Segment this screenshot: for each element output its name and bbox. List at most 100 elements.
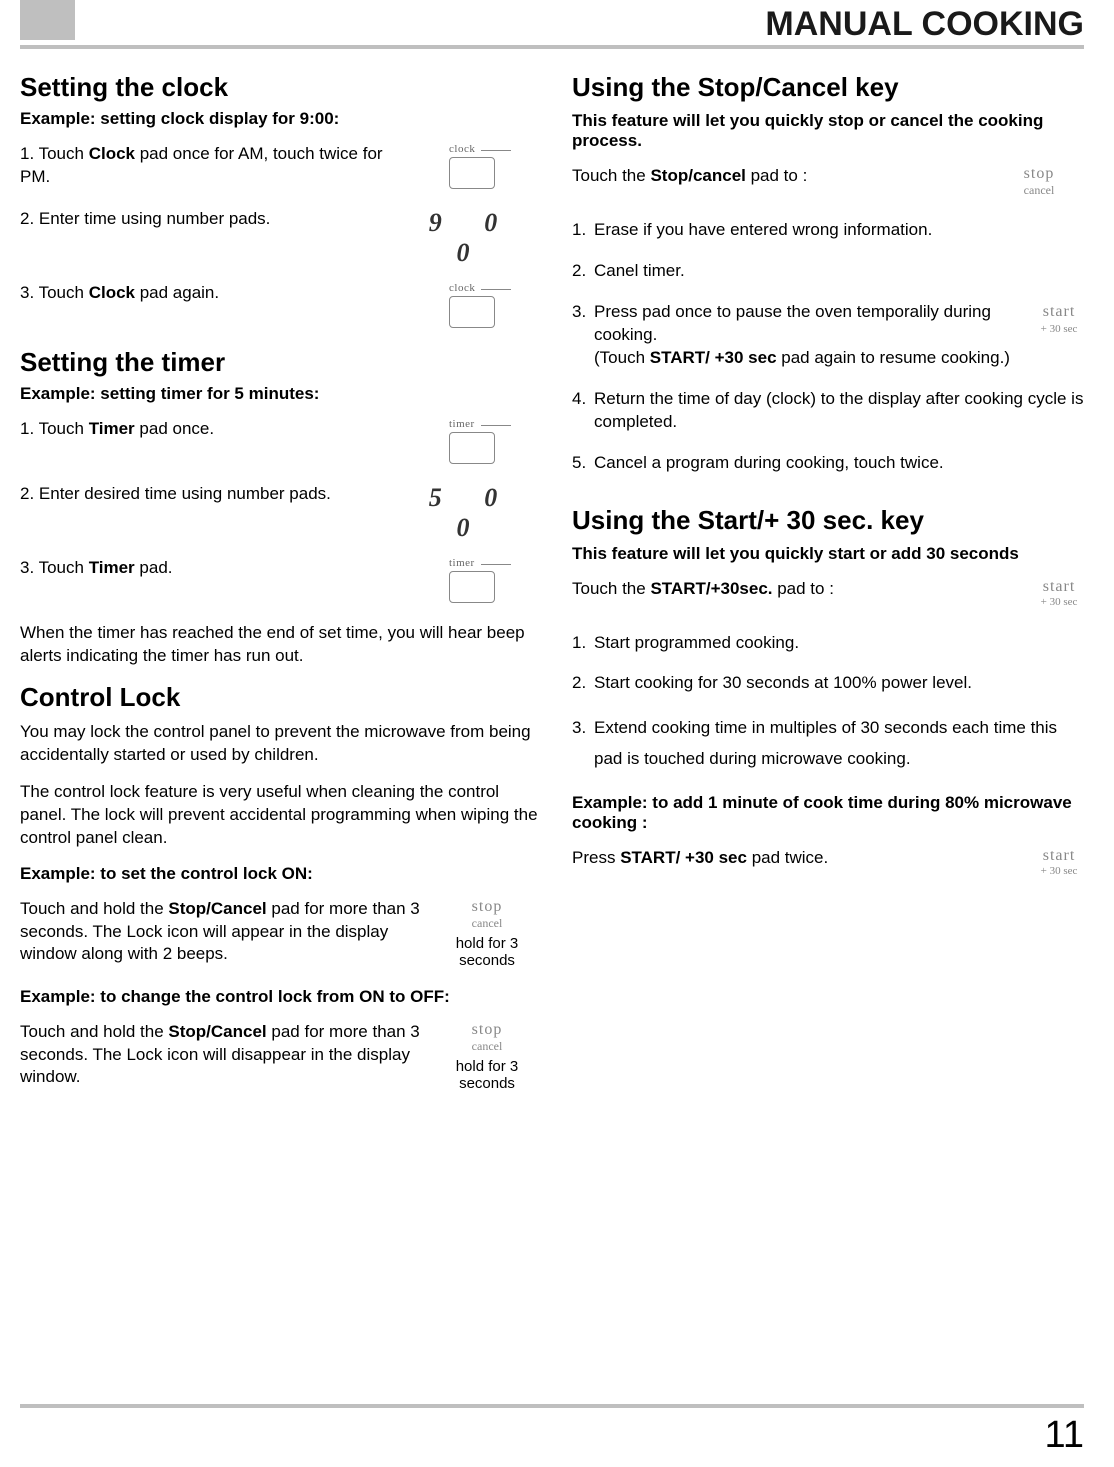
plus30-word: + 30 sec xyxy=(1024,322,1094,337)
body: Start programmed cooking. xyxy=(594,632,1094,655)
clock-step-3: 3. Touch Clock pad again. clock xyxy=(20,282,542,333)
footer-bar xyxy=(20,1404,1084,1408)
clock-heading: Setting the clock xyxy=(20,72,542,103)
body: Cancel a program during cooking, touch t… xyxy=(594,452,1094,475)
stop-cancel-heading: Using the Stop/Cancel key xyxy=(572,72,1094,103)
text: Touch and hold the xyxy=(20,1022,168,1041)
pad-label: clock xyxy=(449,143,495,155)
timer-pad-icon xyxy=(449,432,495,464)
hold-note: hold for 3 seconds xyxy=(432,935,542,969)
step-text: 2. Enter time using number pads. xyxy=(20,208,402,231)
timer-step-3: 3. Touch Timer pad. timer xyxy=(20,557,542,608)
step-text: 1. Touch Timer pad once. xyxy=(20,418,402,441)
stop-cancel-label: stop cancel hold for 3 seconds xyxy=(432,898,542,969)
body: Canel timer. xyxy=(594,260,1094,283)
text: (Touch xyxy=(594,348,650,367)
timer-pad-icon xyxy=(449,571,495,603)
header-accent-block xyxy=(20,0,75,40)
start-heading: Using the Start/+ 30 sec. key xyxy=(572,505,1094,536)
step-text: Touch and hold the Stop/Cancel pad for m… xyxy=(20,898,432,967)
text: pad. xyxy=(135,558,173,577)
pad-label: timer xyxy=(449,557,495,569)
lock-p2: The control lock feature is very useful … xyxy=(20,781,542,850)
step-text: 3. Touch Clock pad again. xyxy=(20,282,402,305)
start-item-1: 1.Start programmed cooking. xyxy=(572,632,1094,655)
clock-step-1: 1. Touch Clock pad once for AM, touch tw… xyxy=(20,143,542,194)
left-column: Setting the clock Example: setting clock… xyxy=(20,60,542,1106)
clock-step-2: 2. Enter time using number pads. 9 0 0 xyxy=(20,208,542,268)
text: Touch the xyxy=(572,166,650,185)
body: Start cooking for 30 seconds at 100% pow… xyxy=(594,672,1094,695)
step-text: Press START/ +30 sec pad twice. xyxy=(572,847,1024,870)
footer: 11 xyxy=(20,1404,1084,1457)
bold: START/ +30 sec xyxy=(620,848,747,867)
start-word: start xyxy=(1024,578,1094,596)
text: pad to : xyxy=(773,579,834,598)
page-number: 11 xyxy=(20,1414,1084,1457)
body: Press pad once to pause the oven tempora… xyxy=(594,301,1024,370)
timer-pad-graphic: timer xyxy=(402,418,542,469)
stop-item-1: 1.Erase if you have entered wrong inform… xyxy=(572,219,1094,242)
hold-note: hold for 3 seconds xyxy=(432,1058,542,1092)
bold: Stop/Cancel xyxy=(168,1022,266,1041)
timer-digits: 5 0 0 xyxy=(402,483,542,543)
body: Erase if you have entered wrong informat… xyxy=(594,219,1094,242)
text: Touch and hold the xyxy=(20,899,168,918)
header-underline xyxy=(20,45,1084,49)
start-item-3: 3.Extend cooking time in multiples of 30… xyxy=(572,713,1094,774)
bold: Clock xyxy=(89,144,135,163)
pad-label: clock xyxy=(449,282,495,294)
clock-example: Example: setting clock display for 9:00: xyxy=(20,109,542,129)
stop-item-3: 3. Press pad once to pause the oven temp… xyxy=(572,301,1094,370)
text: Start/+ 30 sec. xyxy=(698,505,874,535)
pad-label: timer xyxy=(449,418,495,430)
step-text: 3. Touch Timer pad. xyxy=(20,557,402,580)
stop-word: stop xyxy=(984,165,1094,183)
digits: 9 0 0 xyxy=(429,208,516,267)
lock-p1: You may lock the control panel to preven… xyxy=(20,721,542,767)
bold: START/+30sec. xyxy=(650,579,772,598)
start-side-3: start + 30 sec xyxy=(1024,847,1094,877)
page-title: MANUAL COOKING xyxy=(765,5,1084,44)
clock-digits: 9 0 0 xyxy=(402,208,542,268)
text: 1. Touch xyxy=(20,144,89,163)
stop-item-2: 2.Canel timer. xyxy=(572,260,1094,283)
text: Touch the xyxy=(572,579,650,598)
start-side-2: start + 30 sec xyxy=(1024,578,1094,608)
stop-cancel-side: stop cancel xyxy=(984,165,1094,198)
lock-off-example: Example: to change the control lock from… xyxy=(20,987,542,1007)
clock-pad-icon xyxy=(449,296,495,328)
cancel-word: cancel xyxy=(432,1039,542,1054)
stop-word: stop xyxy=(432,898,542,916)
timer-step-2: 2. Enter desired time using number pads.… xyxy=(20,483,542,543)
lock-on-example: Example: to set the control lock ON: xyxy=(20,864,542,884)
timer-step-1: 1. Touch Timer pad once. timer xyxy=(20,418,542,469)
text: 3. Touch xyxy=(20,283,89,302)
lock-on-row: Touch and hold the Stop/Cancel pad for m… xyxy=(20,898,542,969)
clock-pad-graphic-2: clock xyxy=(402,282,542,333)
bold: Stop/Cancel xyxy=(168,899,266,918)
text: pad once. xyxy=(135,419,214,438)
start-item-2: 2.Start cooking for 30 seconds at 100% p… xyxy=(572,672,1094,695)
text: pad to : xyxy=(746,166,807,185)
text: Press pad once to pause the oven tempora… xyxy=(594,302,991,344)
clock-pad-icon xyxy=(449,157,495,189)
right-column: Using the Stop/Cancel key This feature w… xyxy=(572,60,1094,1106)
body: Return the time of day (clock) to the di… xyxy=(594,388,1094,434)
step-text: Touch the Stop/cancel pad to : xyxy=(572,165,984,188)
stop-intro: This feature will let you quickly stop o… xyxy=(572,111,1094,151)
text: Press xyxy=(572,848,620,867)
start-word: start xyxy=(1024,847,1094,865)
text: pad again to resume cooking.) xyxy=(777,348,1010,367)
bold: START/ +30 sec xyxy=(650,348,777,367)
bold: Timer xyxy=(89,558,135,577)
start-intro: This feature will let you quickly start … xyxy=(572,544,1094,564)
start-example: Example: to add 1 minute of cook time du… xyxy=(572,793,1094,833)
body: Extend cooking time in multiples of 30 s… xyxy=(594,713,1094,774)
start-word: start xyxy=(1024,301,1094,323)
lock-off-row: Touch and hold the Stop/Cancel pad for m… xyxy=(20,1021,542,1092)
plus30-word: + 30 sec xyxy=(1024,865,1094,877)
step-text: 1. Touch Clock pad once for AM, touch tw… xyxy=(20,143,402,189)
start-touch-row: Touch the START/+30sec. pad to : start +… xyxy=(572,578,1094,618)
header: MANUAL COOKING xyxy=(0,0,1114,50)
